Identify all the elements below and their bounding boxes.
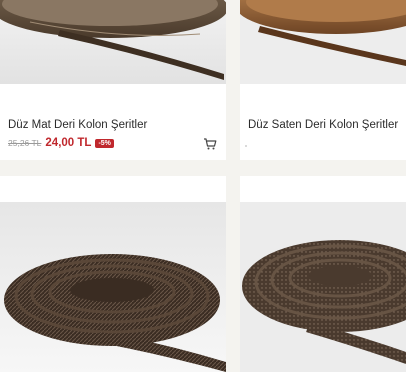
cart-icon[interactable] xyxy=(203,137,217,151)
old-price: 25,26 TL xyxy=(8,138,42,148)
discount-badge: -5% xyxy=(95,138,114,148)
product-card[interactable] xyxy=(240,176,406,372)
product-title[interactable]: Düz Mat Deri Kolon Şeritler xyxy=(8,119,147,131)
product-title[interactable]: Düz Saten Deri Kolon Şeritler xyxy=(248,119,398,131)
product-image[interactable] xyxy=(0,0,226,84)
product-image[interactable] xyxy=(0,202,226,372)
price-row: 25,26 TL 24,00 TL -5% xyxy=(8,137,114,149)
current-price: 24,00 TL xyxy=(45,137,92,149)
product-card[interactable]: Düz Mat Deri Kolon Şeritler 25,26 TL 24,… xyxy=(0,0,226,160)
product-image[interactable] xyxy=(240,0,406,84)
product-card[interactable]: Düz Saten Deri Kolon Şeritler xyxy=(240,0,406,160)
product-card[interactable] xyxy=(0,176,226,372)
product-image[interactable] xyxy=(240,202,406,372)
divider-dot xyxy=(245,145,247,147)
